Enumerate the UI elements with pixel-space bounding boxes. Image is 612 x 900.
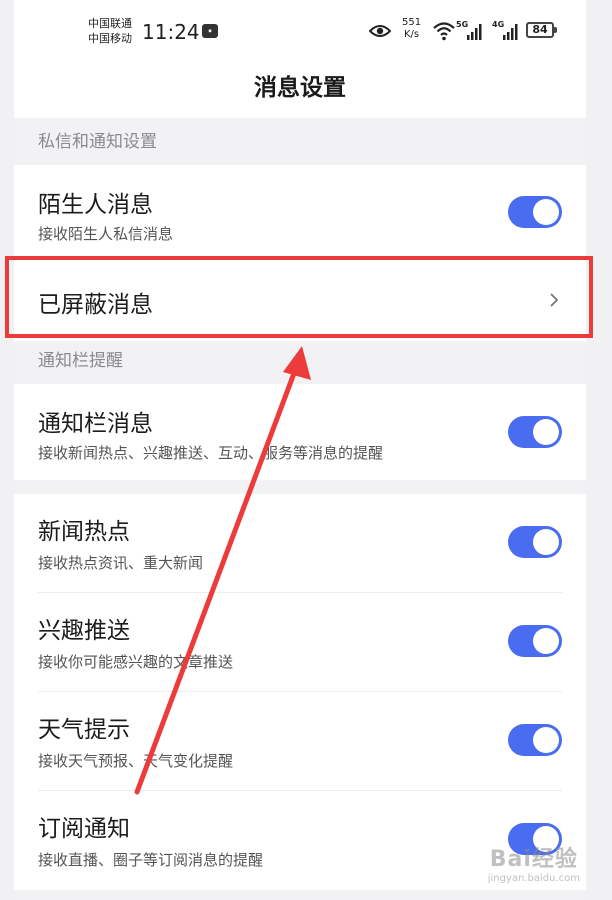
section-header-notify-bar: 通知栏提醒	[38, 351, 123, 371]
stranger-message-toggle[interactable]	[508, 196, 562, 228]
page-title: 消息设置	[14, 62, 586, 118]
row-title: 天气提示	[38, 717, 130, 743]
signal-1-icon	[467, 24, 482, 40]
toggle-knob	[533, 727, 559, 753]
carrier-2: 中国移动	[88, 32, 132, 45]
news-toggle[interactable]	[508, 526, 562, 558]
carrier-1: 中国联通	[88, 17, 132, 30]
interest-row: 兴趣推送 接收你可能感兴趣的文章推送	[14, 593, 586, 692]
row-subtitle: 接收热点资讯、重大新闻	[38, 554, 204, 572]
row-subtitle: 接收新闻热点、兴趣推送、互动、服务等消息的提醒	[38, 444, 384, 462]
row-subtitle: 接收天气预报、天气变化提醒	[38, 752, 234, 770]
toggle-knob	[533, 199, 559, 225]
toggle-knob	[533, 419, 559, 445]
row-subtitle: 接收陌生人私信消息	[38, 225, 174, 243]
net-speed-unit: K/s	[403, 29, 420, 40]
row-title: 陌生人消息	[38, 192, 153, 218]
news-row: 新闻热点 接收热点资讯、重大新闻	[14, 494, 586, 593]
notify-bar-message-row: 通知栏消息 接收新闻热点、兴趣推送、互动、服务等消息的提醒	[14, 384, 586, 480]
notify-bar-message-toggle[interactable]	[508, 416, 562, 448]
watermark-logo: Bai经验 jingyan.baidu.com	[488, 841, 580, 884]
signal-2-icon	[503, 24, 518, 40]
status-time: 11:24	[142, 20, 200, 44]
row-subtitle: 接收直播、圈子等订阅消息的提醒	[38, 851, 264, 869]
battery-icon: 84	[526, 22, 557, 38]
app-notification-icon: ◼	[202, 24, 218, 38]
row-subtitle: 接收你可能感兴趣的文章推送	[38, 653, 234, 671]
row-title: 通知栏消息	[38, 411, 153, 437]
toggle-knob	[533, 628, 559, 654]
status-bar: 中国联通 中国移动 11:24 ◼ 551 K/s 5G 4G 84	[14, 0, 586, 62]
watermark-sub: jingyan.baidu.com	[487, 873, 580, 884]
row-title: 订阅通知	[38, 816, 130, 842]
stranger-message-row: 陌生人消息 接收陌生人私信消息	[14, 165, 586, 257]
net-speed: 551 K/s	[402, 17, 421, 41]
highlight-annotation-box	[5, 256, 593, 338]
weather-toggle[interactable]	[508, 724, 562, 756]
eye-icon	[369, 25, 391, 37]
interest-toggle[interactable]	[508, 625, 562, 657]
wifi-icon	[433, 22, 455, 41]
watermark-main: Bai经验	[489, 847, 578, 872]
settings-screen: 中国联通 中国移动 11:24 ◼ 551 K/s 5G 4G 84 消息设置 …	[14, 0, 586, 900]
net-speed-value: 551	[402, 17, 422, 28]
carrier-info: 中国联通 中国移动	[88, 16, 132, 46]
weather-row: 天气提示 接收天气预报、天气变化提醒	[14, 692, 586, 791]
section-header-private: 私信和通知设置	[38, 132, 157, 152]
row-title: 新闻热点	[38, 519, 130, 545]
toggle-knob	[533, 529, 559, 555]
row-title: 兴趣推送	[38, 618, 130, 644]
